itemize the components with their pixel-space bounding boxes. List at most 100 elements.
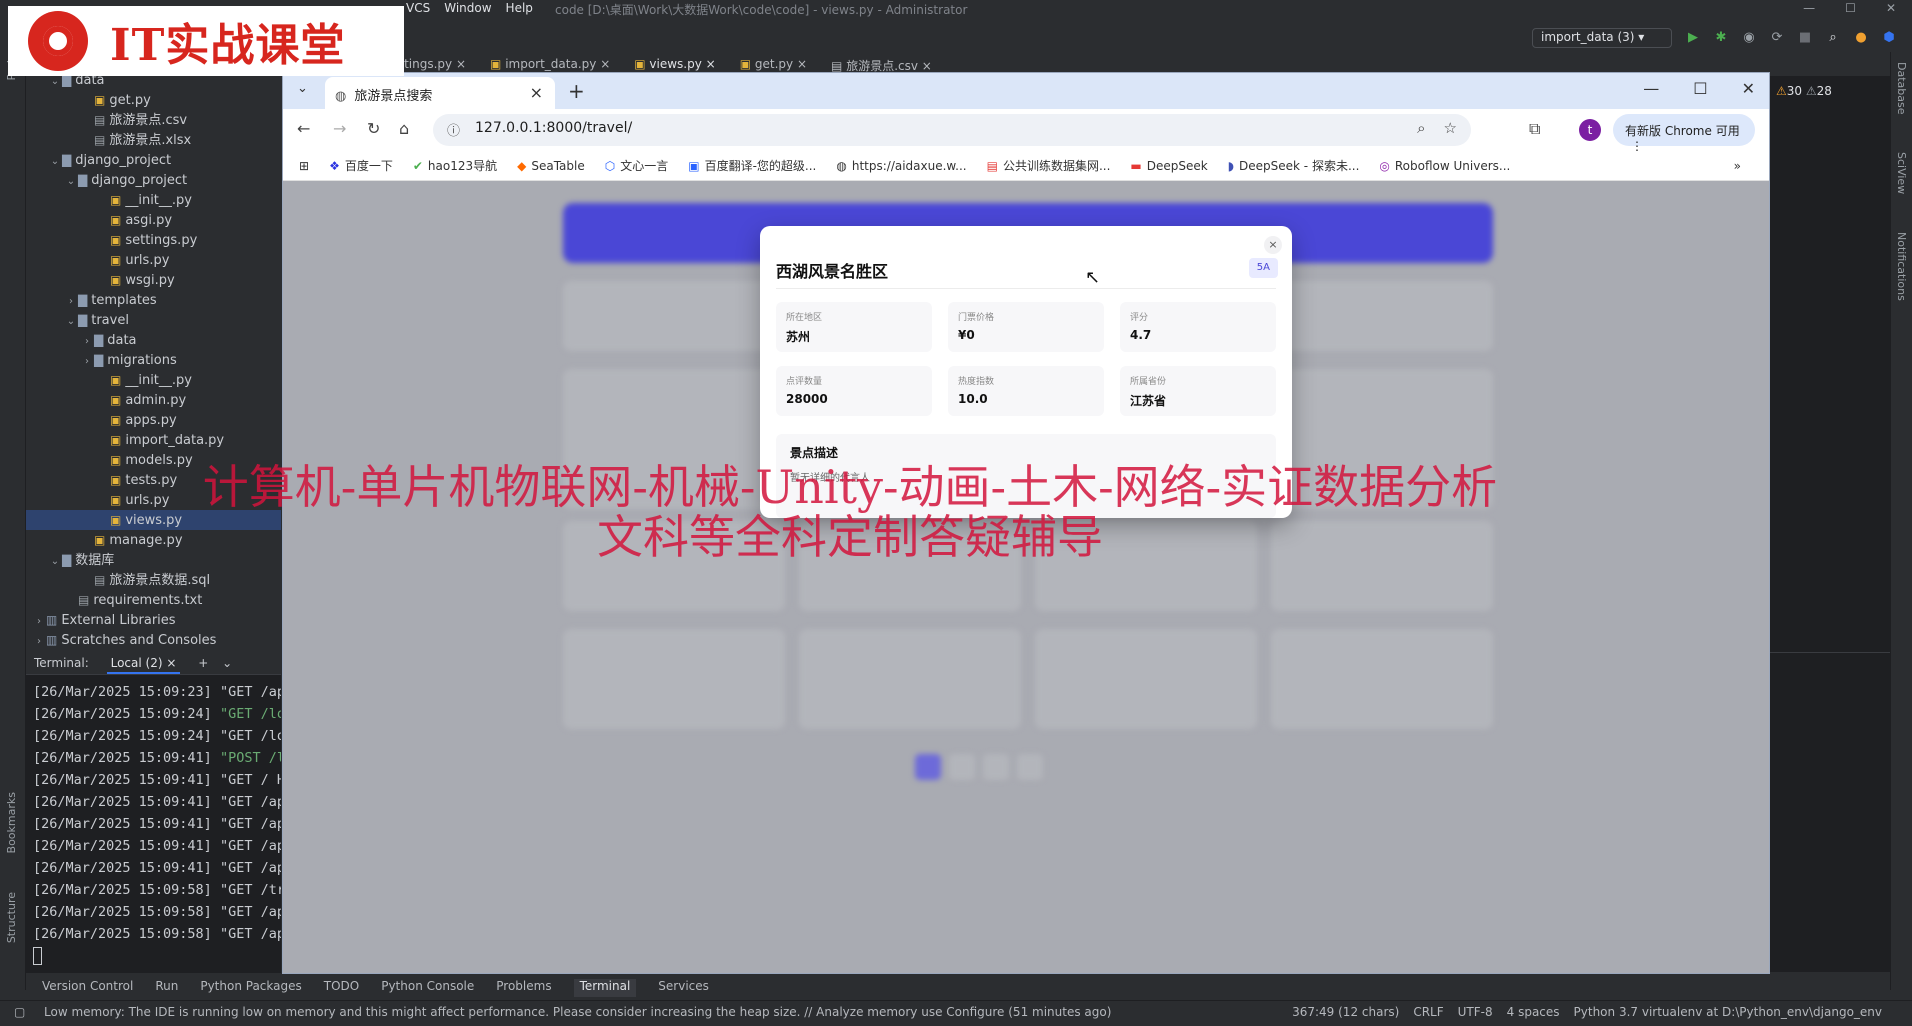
- tree-item[interactable]: ▣ urls.py: [26, 490, 281, 510]
- status-interpreter[interactable]: Python 3.7 virtualenv at D:\Python_env\d…: [1574, 1005, 1882, 1019]
- stop-icon[interactable]: ■: [1798, 30, 1812, 45]
- tree-item[interactable]: ⌄ ▇ 数据库: [26, 550, 281, 570]
- close-icon[interactable]: ✕: [1886, 1, 1896, 15]
- chevron-right-icon[interactable]: ›: [32, 612, 46, 632]
- tool-version-control[interactable]: Version Control: [42, 979, 133, 997]
- structure-tool-button[interactable]: Structure: [5, 892, 18, 943]
- bookmark-star-icon[interactable]: ☆: [1444, 119, 1457, 137]
- chevron-down-icon[interactable]: ⌄: [48, 152, 62, 172]
- tool-services[interactable]: Services: [658, 979, 709, 997]
- menu-help[interactable]: Help: [506, 1, 533, 15]
- status-layout-icon[interactable]: ▢: [14, 1005, 25, 1019]
- chevron-right-icon[interactable]: ›: [32, 632, 46, 652]
- notifications-tool-button[interactable]: Notifications: [1895, 232, 1908, 301]
- tool-python-console[interactable]: Python Console: [381, 979, 474, 997]
- bookmark-deepseek-explore[interactable]: ◗ DeepSeek - 探索未...: [1228, 157, 1360, 174]
- site-info-icon[interactable]: ⓘ: [447, 120, 460, 139]
- bookmark-aidaxue[interactable]: ◍ https://aidaxue.w...: [836, 159, 966, 173]
- tree-item[interactable]: ▣ import_data.py: [26, 430, 281, 450]
- chrome-update-button[interactable]: 有新版 Chrome 可用 ⋮: [1613, 114, 1755, 153]
- new-tab-icon[interactable]: +: [568, 79, 585, 103]
- close-icon[interactable]: ✕: [1742, 79, 1755, 98]
- menu-vcs[interactable]: VCS: [406, 1, 430, 15]
- reload-icon[interactable]: ↻: [367, 119, 380, 138]
- browser-tab[interactable]: ◍ 旅游景点搜索 ×: [325, 77, 555, 109]
- tree-item[interactable]: ▣ urls.py: [26, 250, 281, 270]
- status-position[interactable]: 367:49 (12 chars): [1292, 1005, 1399, 1019]
- tool-python-packages[interactable]: Python Packages: [200, 979, 301, 997]
- problems-indicator[interactable]: ⚠30 ⚠28: [1776, 84, 1832, 98]
- bookmarks-overflow-icon[interactable]: »: [1734, 159, 1741, 173]
- tree-item[interactable]: › ▇ templates: [26, 290, 281, 310]
- chevron-down-icon[interactable]: ⌄: [48, 552, 62, 572]
- bookmark-seatable[interactable]: ◆ SeaTable: [517, 159, 585, 173]
- tab-search-icon[interactable]: ⌄: [297, 81, 308, 96]
- maximize-icon[interactable]: ☐: [1845, 1, 1856, 15]
- search-icon[interactable]: ⌕: [1826, 30, 1840, 45]
- bookmark-wenxin[interactable]: ⬡ 文心一言: [605, 157, 669, 174]
- tree-item[interactable]: › ▥ External Libraries: [26, 610, 281, 630]
- sciview-tool-button[interactable]: SciView: [1895, 152, 1908, 194]
- chevron-down-icon[interactable]: ⌄: [222, 656, 232, 670]
- add-terminal-icon[interactable]: +: [198, 656, 208, 670]
- tree-item[interactable]: ▣ apps.py: [26, 410, 281, 430]
- tree-item[interactable]: ▣ tests.py: [26, 470, 281, 490]
- bookmark-deepseek[interactable]: ▬ DeepSeek: [1130, 159, 1207, 173]
- address-bar[interactable]: ⓘ 127.0.0.1:8000/travel/ ⌕ ☆: [433, 114, 1471, 146]
- chevron-down-icon[interactable]: ⌄: [64, 172, 78, 192]
- profile-avatar[interactable]: t: [1579, 119, 1601, 141]
- tree-item[interactable]: ⌄ ▇ travel: [26, 310, 281, 330]
- run-config-select[interactable]: import_data (3) ▾: [1532, 28, 1672, 48]
- bookmarks-tool-button[interactable]: Bookmarks: [5, 792, 18, 853]
- maximize-icon[interactable]: ☐: [1693, 79, 1707, 98]
- tool-run[interactable]: Run: [155, 979, 178, 997]
- modal-close-button[interactable]: ×: [1264, 236, 1282, 254]
- settings-icon[interactable]: ⬢: [1882, 30, 1896, 45]
- tool-todo[interactable]: TODO: [324, 979, 359, 997]
- database-tool-button[interactable]: Database: [1895, 62, 1908, 115]
- profile-icon[interactable]: ⟳: [1770, 30, 1784, 45]
- zoom-icon[interactable]: ⌕: [1417, 119, 1425, 137]
- status-message[interactable]: Low memory: The IDE is running low on me…: [44, 1005, 1111, 1019]
- terminal-output[interactable]: [26/Mar/2025 15:09:23] "GET /ap [26/Mar/2…: [26, 675, 281, 969]
- tree-item[interactable]: › ▥ Scratches and Consoles: [26, 630, 281, 650]
- coverage-icon[interactable]: ◉: [1742, 30, 1756, 45]
- debug-icon[interactable]: ✱: [1714, 30, 1728, 45]
- tree-item[interactable]: ▣ wsgi.py: [26, 270, 281, 290]
- tree-item[interactable]: ▣ manage.py: [26, 530, 281, 550]
- tool-problems[interactable]: Problems: [496, 979, 551, 997]
- tree-item[interactable]: ⌄ ▇ django_project: [26, 150, 281, 170]
- run-icon[interactable]: ▶: [1686, 30, 1700, 45]
- status-encoding[interactable]: UTF-8: [1458, 1005, 1493, 1019]
- status-indent[interactable]: 4 spaces: [1507, 1005, 1560, 1019]
- tree-item[interactable]: ▣ asgi.py: [26, 210, 281, 230]
- chevron-right-icon[interactable]: ›: [80, 352, 94, 372]
- minimize-icon[interactable]: —: [1803, 1, 1815, 15]
- chevron-down-icon[interactable]: ⌄: [64, 312, 78, 332]
- close-tab-icon[interactable]: ×: [530, 83, 543, 102]
- bookmark-baidu[interactable]: ❖ 百度一下: [329, 157, 393, 174]
- more-icon[interactable]: ⋮: [1631, 139, 1643, 153]
- tree-item[interactable]: › ▇ data: [26, 330, 281, 350]
- tree-item[interactable]: ▤ 旅游景点.csv: [26, 110, 281, 130]
- status-line-separator[interactable]: CRLF: [1413, 1005, 1443, 1019]
- bookmark-roboflow[interactable]: ◎ Roboflow Univers...: [1379, 159, 1510, 173]
- menu-window[interactable]: Window: [444, 1, 491, 15]
- home-icon[interactable]: ⌂: [399, 119, 409, 138]
- tree-item[interactable]: ▤ 旅游景点.xlsx: [26, 130, 281, 150]
- chevron-right-icon[interactable]: ›: [80, 332, 94, 352]
- extensions-icon[interactable]: ⧉: [1529, 119, 1540, 139]
- tree-item[interactable]: ▣ admin.py: [26, 390, 281, 410]
- minimize-icon[interactable]: —: [1643, 79, 1659, 98]
- bookmark-dataset[interactable]: ▤ 公共训练数据集网...: [987, 157, 1111, 174]
- forward-icon[interactable]: →: [333, 119, 346, 138]
- update-icon[interactable]: ●: [1854, 30, 1868, 45]
- tree-item[interactable]: ▣ views.py: [26, 510, 281, 530]
- tree-item[interactable]: ▣ get.py: [26, 90, 281, 110]
- chevron-right-icon[interactable]: ›: [64, 292, 78, 312]
- tree-item[interactable]: ▣ models.py: [26, 450, 281, 470]
- apps-grid-icon[interactable]: ⊞: [299, 159, 309, 173]
- tree-item[interactable]: ▣ __init__.py: [26, 370, 281, 390]
- tree-item[interactable]: › ▇ migrations: [26, 350, 281, 370]
- terminal-tab[interactable]: Local (2) ×: [106, 656, 181, 674]
